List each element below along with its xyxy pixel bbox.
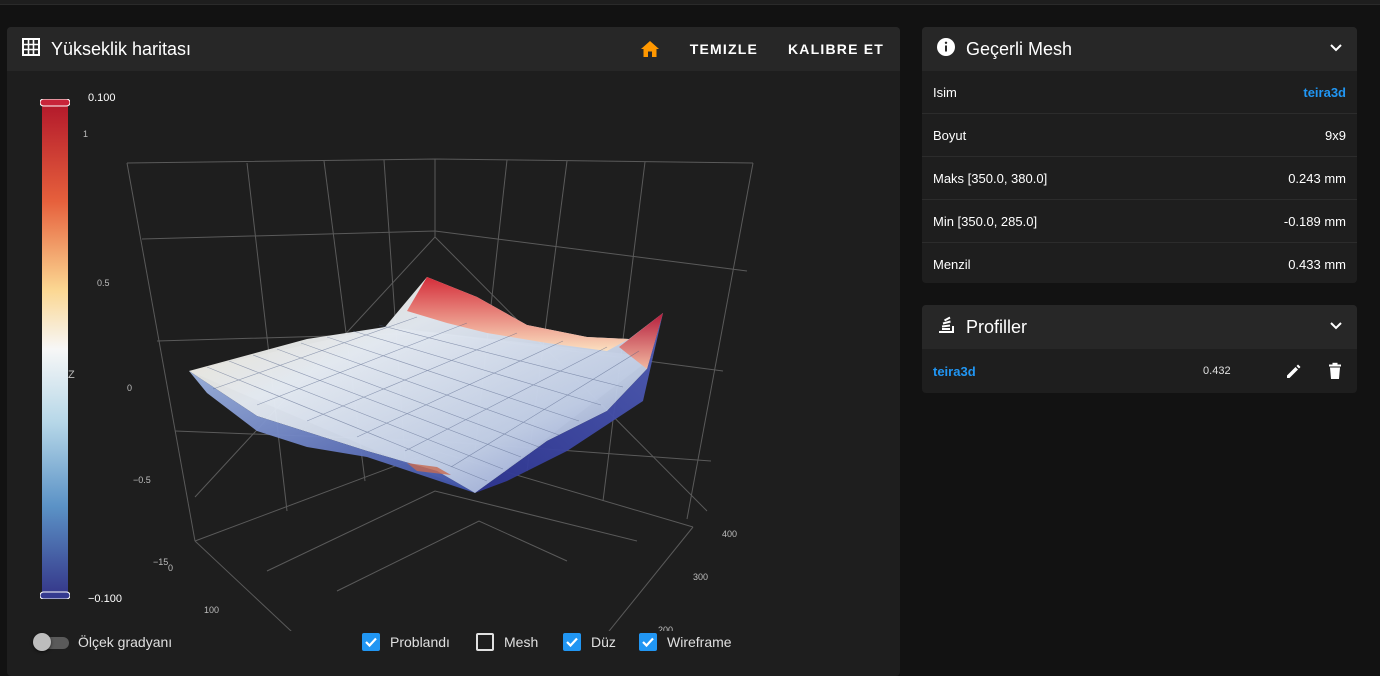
pencil-icon[interactable] [1283, 360, 1304, 382]
check-icon [362, 633, 380, 651]
heightmap-3d-plot[interactable]: 1 0.5 0 −0.5 −15 0 100 400 300 200 [7, 71, 900, 631]
scale-gradient-label: Ölçek gradyanı [78, 634, 173, 650]
mesh-range-row: Menzil 0.433 mm [922, 243, 1357, 283]
mesh-min-value: -0.189 mm [1283, 213, 1346, 229]
mesh-min-label: Min [350.0, 285.0] [933, 213, 1038, 229]
mesh-size-value: 9x9 [1325, 127, 1346, 143]
heightmap-header: Yükseklik haritası TEMIZLE KALIBRE ET [7, 27, 900, 71]
app-top-bar [0, 0, 1380, 5]
z-tick-1: 1 [83, 129, 88, 139]
current-mesh-title: Geçerli Mesh [966, 38, 1073, 59]
y-tick-200: 200 [658, 625, 673, 631]
mesh-label: Mesh [504, 634, 539, 650]
current-mesh-header[interactable]: Geçerli Mesh [922, 27, 1357, 71]
mesh-min-row: Min [350.0, 285.0] -0.189 mm [922, 200, 1357, 243]
probed-label: Problandı [390, 634, 450, 650]
mesh-max-row: Maks [350.0, 380.0] 0.243 mm [922, 157, 1357, 200]
heightmap-card: Yükseklik haritası TEMIZLE KALIBRE ET 0.… [7, 27, 900, 676]
check-icon [639, 633, 657, 651]
trash-icon[interactable] [1325, 360, 1346, 382]
profiles-title: Profiller [966, 316, 1028, 337]
profile-row: teira3d 0.432 [922, 349, 1357, 393]
profiles-card: Profiller teira3d 0.432 [922, 305, 1357, 393]
x-tick-0: 0 [168, 563, 173, 573]
calibrate-button[interactable]: KALIBRE ET [788, 41, 884, 57]
profile-range: 0.432 [1203, 365, 1231, 377]
chevron-down-icon[interactable] [1329, 318, 1343, 336]
stack-layers-icon [936, 315, 956, 340]
x-tick-100: 100 [204, 605, 219, 615]
profile-name-link[interactable]: teira3d [933, 364, 1203, 379]
z-tick-0: 0 [127, 383, 132, 393]
mesh-max-value: 0.243 mm [1288, 170, 1346, 186]
info-icon [936, 37, 956, 62]
wireframe-checkbox[interactable]: Wireframe [639, 633, 732, 651]
mesh-max-label: Maks [350.0, 380.0] [933, 170, 1048, 186]
mesh-name-value[interactable]: teira3d [1303, 85, 1346, 100]
mesh-name-row: Isim teira3d [922, 71, 1357, 114]
chevron-down-icon[interactable] [1329, 40, 1343, 58]
unchecked-box-icon [476, 633, 494, 651]
y-tick-400: 400 [722, 529, 737, 539]
clear-button[interactable]: TEMIZLE [690, 41, 758, 57]
probed-checkbox[interactable]: Problandı [362, 633, 450, 651]
profiles-header[interactable]: Profiller [922, 305, 1357, 349]
mesh-name-label: Isim [933, 84, 957, 100]
z-tick-neg1: −15 [153, 557, 168, 567]
grid-icon [21, 37, 41, 62]
scale-gradient-toggle[interactable] [33, 633, 71, 651]
flat-checkbox[interactable]: Düz [563, 633, 616, 651]
home-icon[interactable] [640, 40, 660, 58]
mesh-size-row: Boyut 9x9 [922, 114, 1357, 157]
mesh-checkbox[interactable]: Mesh [476, 633, 538, 651]
check-icon [563, 633, 581, 651]
current-mesh-card: Geçerli Mesh Isim teira3d Boyut 9x9 Maks… [922, 27, 1357, 283]
z-tick-0.5: 0.5 [97, 278, 110, 288]
flat-label: Düz [591, 634, 616, 650]
mesh-range-label: Menzil [933, 257, 971, 272]
y-tick-300: 300 [693, 572, 708, 582]
heightmap-title: Yükseklik haritası [51, 38, 192, 59]
mesh-surface [189, 277, 663, 493]
z-tick-neg0.5: −0.5 [133, 475, 151, 485]
mesh-range-value: 0.433 mm [1288, 257, 1346, 272]
wireframe-label: Wireframe [667, 634, 732, 650]
mesh-size-label: Boyut [933, 127, 967, 143]
